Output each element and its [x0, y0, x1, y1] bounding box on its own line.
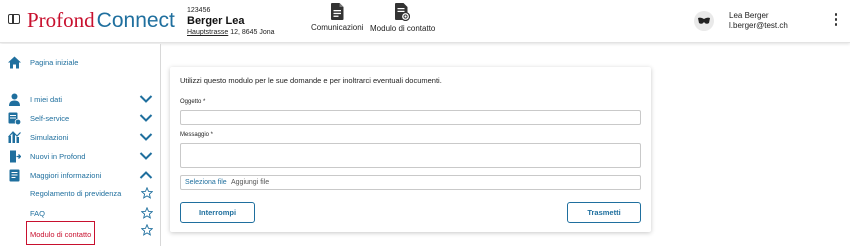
person-icon — [9, 93, 20, 106]
client-address: Hauptstrasse 12, 8645 Jona — [187, 28, 275, 37]
subject-input[interactable] — [180, 110, 641, 125]
topnav-comunicazioni-label: Comunicazioni — [311, 23, 364, 32]
active-item-highlight: Modulo di contatto — [26, 221, 96, 245]
client-street: Hauptstrasse — [187, 29, 229, 36]
sidebar-item-home-label: Pagina iniziale — [30, 58, 79, 67]
client-info: 123456 Berger Lea Hauptstrasse 12, 8645 … — [187, 6, 275, 37]
self-service-icon — [8, 112, 21, 125]
star-icon[interactable] — [141, 224, 153, 236]
brand-logo-part2: Connect — [96, 9, 175, 32]
message-label: Messaggio * — [180, 132, 214, 138]
subject-label: Oggetto * — [180, 99, 206, 105]
sidebar-subitem-modulo-contatto-label: Modulo di contatto — [30, 230, 92, 239]
brand-logo-part1: Profond — [27, 8, 95, 32]
file-upload-field[interactable]: Seleziona file Aggiungi file — [180, 175, 641, 190]
sidebar-item-nuovi-in-profond[interactable]: Nuovi in Profond — [0, 148, 160, 166]
topnav-modulo-contatto[interactable]: Modulo di contatto — [370, 3, 435, 33]
door-enter-icon — [10, 150, 21, 163]
sidebar-item-miei-dati[interactable]: I miei dati — [0, 91, 160, 109]
sidebar-subitem-regolamento-label: Regolamento di previdenza — [30, 189, 122, 198]
file-placeholder: Aggiungi file — [231, 179, 270, 186]
sidebar-item-simulazioni[interactable]: Simulazioni — [0, 129, 160, 147]
sidebar-item-simulazioni-label: Simulazioni — [30, 133, 69, 142]
sidebar: Pagina iniziale I miei dati Self-service… — [0, 44, 161, 246]
cancel-button[interactable]: Interrompi — [180, 202, 255, 223]
home-icon — [8, 56, 21, 69]
app-header: ProfondConnect 123456 Berger Lea Hauptst… — [0, 0, 850, 43]
chevron-down-icon[interactable] — [139, 113, 153, 123]
select-file-button[interactable]: Seleziona file — [185, 179, 227, 186]
star-icon[interactable] — [141, 207, 153, 219]
chevron-down-icon[interactable] — [139, 132, 153, 142]
document-icon — [330, 3, 344, 20]
topnav-comunicazioni[interactable]: Comunicazioni — [311, 3, 363, 32]
simulation-icon — [8, 131, 21, 143]
message-textarea[interactable] — [180, 143, 641, 168]
contact-form-card: Utilizzi questo modulo per le sue domand… — [170, 67, 651, 232]
sidebar-item-self-service-label: Self-service — [30, 114, 70, 123]
sidebar-subitem-faq-label: FAQ — [30, 209, 46, 218]
sidebar-item-maggiori-informazioni-label: Maggiori informazioni — [30, 171, 102, 180]
sidebar-item-miei-dati-label: I miei dati — [30, 95, 63, 104]
info-doc-icon — [9, 169, 20, 182]
topnav-modulo-contatto-label: Modulo di contatto — [370, 24, 436, 33]
sidebar-item-nuovi-in-profond-label: Nuovi in Profond — [30, 152, 86, 161]
contact-form-icon — [395, 3, 411, 21]
sidebar-toggle-icon[interactable] — [8, 14, 20, 24]
chevron-down-icon[interactable] — [139, 151, 153, 161]
user-avatar[interactable] — [694, 11, 714, 31]
user-email: l.berger@test.ch — [729, 21, 788, 30]
star-icon[interactable] — [141, 187, 153, 199]
sidebar-item-home[interactable]: Pagina iniziale — [0, 54, 160, 72]
user-name: Lea Berger — [729, 11, 769, 20]
client-number: 123456 — [187, 7, 211, 14]
sidebar-subitem-regolamento[interactable]: Regolamento di previdenza — [0, 185, 160, 203]
mask-icon — [698, 17, 710, 24]
chevron-up-icon[interactable] — [139, 170, 153, 180]
sidebar-item-self-service[interactable]: Self-service — [0, 110, 160, 128]
sidebar-subitem-modulo-contatto[interactable]: Modulo di contatto — [0, 221, 160, 245]
form-intro-text: Utilizzi questo modulo per le sue domand… — [180, 76, 442, 85]
user-info[interactable]: Lea Berger l.berger@test.ch — [729, 11, 788, 31]
more-options-icon[interactable] — [834, 13, 838, 29]
sidebar-item-maggiori-informazioni[interactable]: Maggiori informazioni — [0, 167, 160, 185]
chevron-down-icon[interactable] — [139, 94, 153, 104]
submit-button[interactable]: Trasmetti — [567, 202, 641, 223]
brand-logo[interactable]: ProfondConnect — [27, 8, 175, 33]
client-name: Berger Lea — [187, 15, 245, 27]
client-address-rest: 12, 8645 Jona — [228, 29, 275, 36]
